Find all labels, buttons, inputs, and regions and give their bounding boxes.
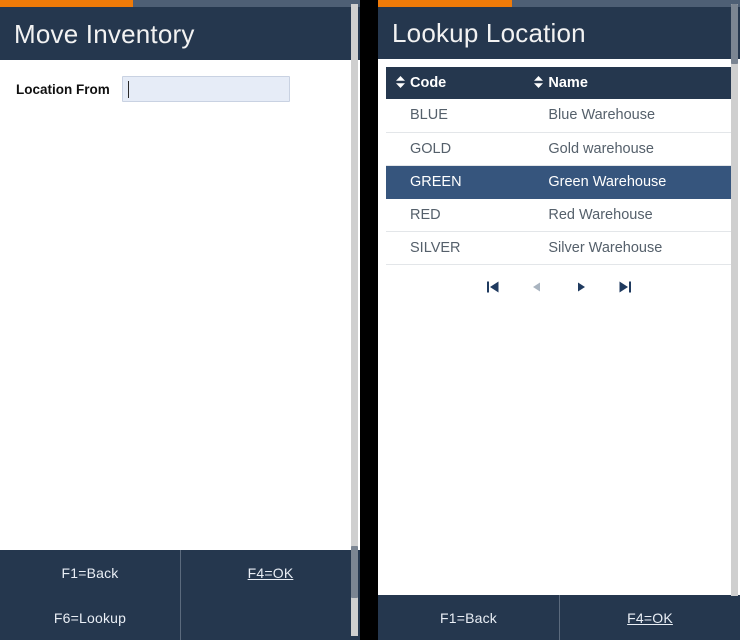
table-header-row: Code Name <box>386 67 732 99</box>
footer-key-label: F1=Back <box>439 609 498 626</box>
next-page-icon[interactable] <box>572 278 590 296</box>
lookup-table-body: BLUE Blue Warehouse GOLD Gold warehouse … <box>386 99 732 265</box>
move-inventory-panel: Move Inventory Location From F1=Back F4=… <box>0 0 360 640</box>
cell-code: GOLD <box>386 132 525 166</box>
scrollbar-thumb[interactable] <box>351 546 358 598</box>
column-header-code[interactable]: Code <box>386 67 525 99</box>
cell-code: BLUE <box>386 99 525 133</box>
footer-key-label: F6=Lookup <box>53 609 127 626</box>
footer-key-label: F1=Back <box>61 564 119 581</box>
footer-key-empty <box>180 595 360 640</box>
cell-name: Gold warehouse <box>524 132 732 166</box>
footer-key-label: F4=OK <box>247 564 294 581</box>
right-title-bar: Lookup Location <box>378 7 740 59</box>
footer-key-f4-ok[interactable]: F4=OK <box>559 595 740 640</box>
cell-name: Green Warehouse <box>524 165 732 199</box>
right-panel-scrollbar[interactable] <box>731 4 738 596</box>
table-row[interactable]: SILVER Silver Warehouse <box>386 231 732 265</box>
cell-code: SILVER <box>386 231 525 265</box>
location-from-input[interactable] <box>121 76 290 102</box>
location-from-label: Location From <box>16 81 110 97</box>
footer-key-f1-back[interactable]: F1=Back <box>378 595 559 640</box>
column-header-label: Code <box>410 75 447 91</box>
sort-updown-icon[interactable] <box>534 76 544 90</box>
left-panel-scrollbar[interactable] <box>351 4 358 636</box>
table-row[interactable]: RED Red Warehouse <box>386 198 732 232</box>
footer-key-f1-back[interactable]: F1=Back <box>0 550 180 595</box>
cell-name: Red Warehouse <box>524 198 732 232</box>
lookup-table: Code Name BLUE Blue Warehouse GOLD Gold … <box>386 67 732 265</box>
table-row[interactable]: GOLD Gold warehouse <box>386 132 732 166</box>
text-caret <box>127 81 129 98</box>
location-from-row: Location From <box>0 76 360 102</box>
cell-code: GREEN <box>386 165 525 199</box>
cell-name: Silver Warehouse <box>524 231 732 265</box>
table-row-selected[interactable]: GREEN Green Warehouse <box>386 165 732 199</box>
cell-code: RED <box>386 198 525 232</box>
last-page-icon[interactable] <box>616 278 634 296</box>
progress-bar-left <box>0 0 360 7</box>
cell-name: Blue Warehouse <box>524 99 732 133</box>
scrollbar-thumb[interactable] <box>731 4 738 64</box>
move-inventory-form: Location From <box>0 60 360 550</box>
sort-updown-icon[interactable] <box>396 76 405 90</box>
column-header-label: Name <box>548 75 588 91</box>
footer-key-f6-lookup[interactable]: F6=Lookup <box>0 595 180 640</box>
footer-key-label: F4=OK <box>627 609 673 626</box>
page-title: Move Inventory <box>14 18 195 49</box>
progress-bar-fill <box>0 0 133 7</box>
table-row[interactable]: BLUE Blue Warehouse <box>386 99 732 133</box>
previous-page-icon[interactable] <box>528 278 546 296</box>
column-header-name[interactable]: Name <box>524 67 732 99</box>
right-footer: F1=Back F4=OK <box>378 595 740 640</box>
progress-bar-fill <box>378 0 512 7</box>
app-screen: Move Inventory Location From F1=Back F4=… <box>0 0 740 640</box>
lookup-table-container: Code Name BLUE Blue Warehouse GOLD Gold … <box>378 59 740 595</box>
lookup-location-panel: Lookup Location Code Name BLUE Blue Ware… <box>378 0 740 640</box>
table-pagination <box>386 264 732 309</box>
progress-bar-right <box>378 0 740 7</box>
left-footer: F1=Back F4=OK F6=Lookup <box>0 550 360 640</box>
page-title: Lookup Location <box>392 18 586 48</box>
first-page-icon[interactable] <box>484 278 502 296</box>
footer-key-f4-ok[interactable]: F4=OK <box>180 550 360 595</box>
left-title-bar: Move Inventory <box>0 7 360 60</box>
